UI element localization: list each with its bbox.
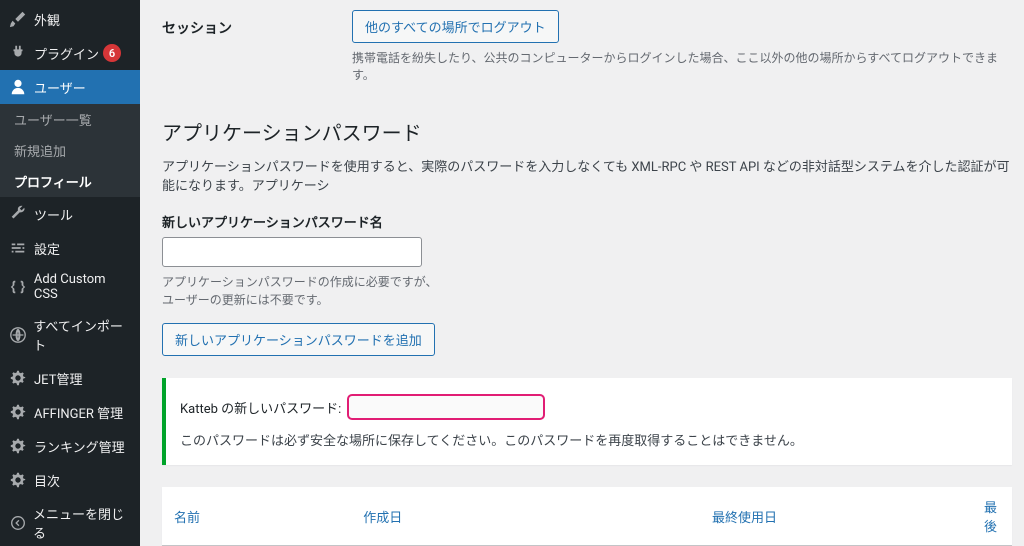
update-badge: 6 — [103, 44, 121, 62]
menu-ranking[interactable]: ランキング管理 — [0, 429, 140, 463]
menu-import-all[interactable]: すべてインポート — [0, 309, 140, 361]
collapse-icon — [8, 513, 27, 533]
app-passwords-help: アプリケーションパスワードを使用すると、実際のパスワードを入力しなくても XML… — [162, 156, 1012, 194]
new-password-value-box[interactable] — [347, 394, 545, 420]
menu-settings[interactable]: 設定 — [0, 231, 140, 265]
gear-icon — [8, 368, 28, 388]
menu-users[interactable]: ユーザー — [0, 70, 140, 104]
menu-label: ランキング管理 — [34, 437, 125, 456]
menu-label: 目次 — [34, 471, 60, 490]
new-password-note: このパスワードは必ず安全な場所に保存してください。このパスワードを再度取得するこ… — [180, 430, 998, 449]
gear-icon — [8, 436, 28, 456]
menu-jet[interactable]: JET管理 — [0, 361, 140, 395]
th-last-ip[interactable]: 最後 — [972, 487, 1012, 546]
th-created[interactable]: 作成日 — [351, 487, 700, 546]
wrench-icon — [8, 204, 28, 224]
session-desc: 携帯電話を紛失したり、公共のコンピューターからログインした場合、ここ以外の他の場… — [352, 49, 1012, 83]
main-content: セッション 他のすべての場所でログアウト 携帯電話を紛失したり、公共のコンピュー… — [140, 0, 1024, 546]
menu-label: 外観 — [34, 10, 60, 29]
menu-label: AFFINGER 管理 — [34, 403, 123, 422]
menu-label: ツール — [34, 205, 73, 224]
menu-label: すべてインポート — [33, 316, 132, 354]
menu-affinger[interactable]: AFFINGER 管理 — [0, 395, 140, 429]
th-last-used[interactable]: 最終使用日 — [700, 487, 972, 546]
new-password-result: Katteb の新しいパスワード: このパスワードは必ず安全な場所に保存してくだ… — [162, 378, 1012, 465]
submenu-users-all[interactable]: ユーザー一覧 — [0, 104, 140, 135]
session-label: セッション — [162, 10, 352, 38]
menu-add-custom-css[interactable]: Add Custom CSS — [0, 265, 140, 309]
menu-label: ユーザー — [34, 78, 86, 97]
admin-sidebar: 外観 プラグイン 6 ユーザー ユーザー一覧 新規追加 プロフィール ツール 設… — [0, 0, 140, 546]
menu-label: Add Custom CSS — [34, 272, 132, 302]
add-app-password-button[interactable]: 新しいアプリケーションパスワードを追加 — [162, 323, 435, 356]
menu-label: 設定 — [34, 239, 60, 258]
new-app-pw-hint: アプリケーションパスワードの作成に必要ですが、 ユーザーの更新には不要です。 — [162, 273, 1012, 309]
menu-toc[interactable]: 目次 — [0, 463, 140, 497]
menu-collapse[interactable]: メニューを閉じる — [0, 497, 140, 546]
menu-label: メニューを閉じる — [33, 504, 132, 542]
th-name[interactable]: 名前 — [162, 487, 351, 546]
new-password-prefix: Katteb の新しいパスワード: — [180, 398, 341, 417]
braces-icon — [8, 277, 28, 297]
submenu-users-add[interactable]: 新規追加 — [0, 135, 140, 166]
new-app-pw-name-label: 新しいアプリケーションパスワード名 — [162, 212, 1012, 231]
menu-label: JET管理 — [34, 369, 82, 388]
user-icon — [8, 77, 28, 97]
submenu-users-profile[interactable]: プロフィール — [0, 166, 140, 197]
plug-icon — [8, 43, 28, 63]
app-passwords-heading: アプリケーションパスワード — [162, 117, 1012, 146]
brush-icon — [8, 9, 28, 29]
menu-appearance[interactable]: 外観 — [0, 2, 140, 36]
gear-icon — [8, 470, 28, 490]
sliders-icon — [8, 238, 28, 258]
app-passwords-table: 名前 作成日 最終使用日 最後 Katteb 2023年10月3日 — — 名前… — [162, 487, 1012, 546]
globe-icon — [8, 325, 27, 345]
menu-users-submenu: ユーザー一覧 新規追加 プロフィール — [0, 104, 140, 197]
menu-tools[interactable]: ツール — [0, 197, 140, 231]
gear-icon — [8, 402, 28, 422]
menu-label: プラグイン — [34, 44, 99, 63]
menu-plugins[interactable]: プラグイン 6 — [0, 36, 140, 70]
logout-everywhere-button[interactable]: 他のすべての場所でログアウト — [352, 10, 559, 43]
new-app-pw-name-input[interactable] — [162, 237, 422, 267]
